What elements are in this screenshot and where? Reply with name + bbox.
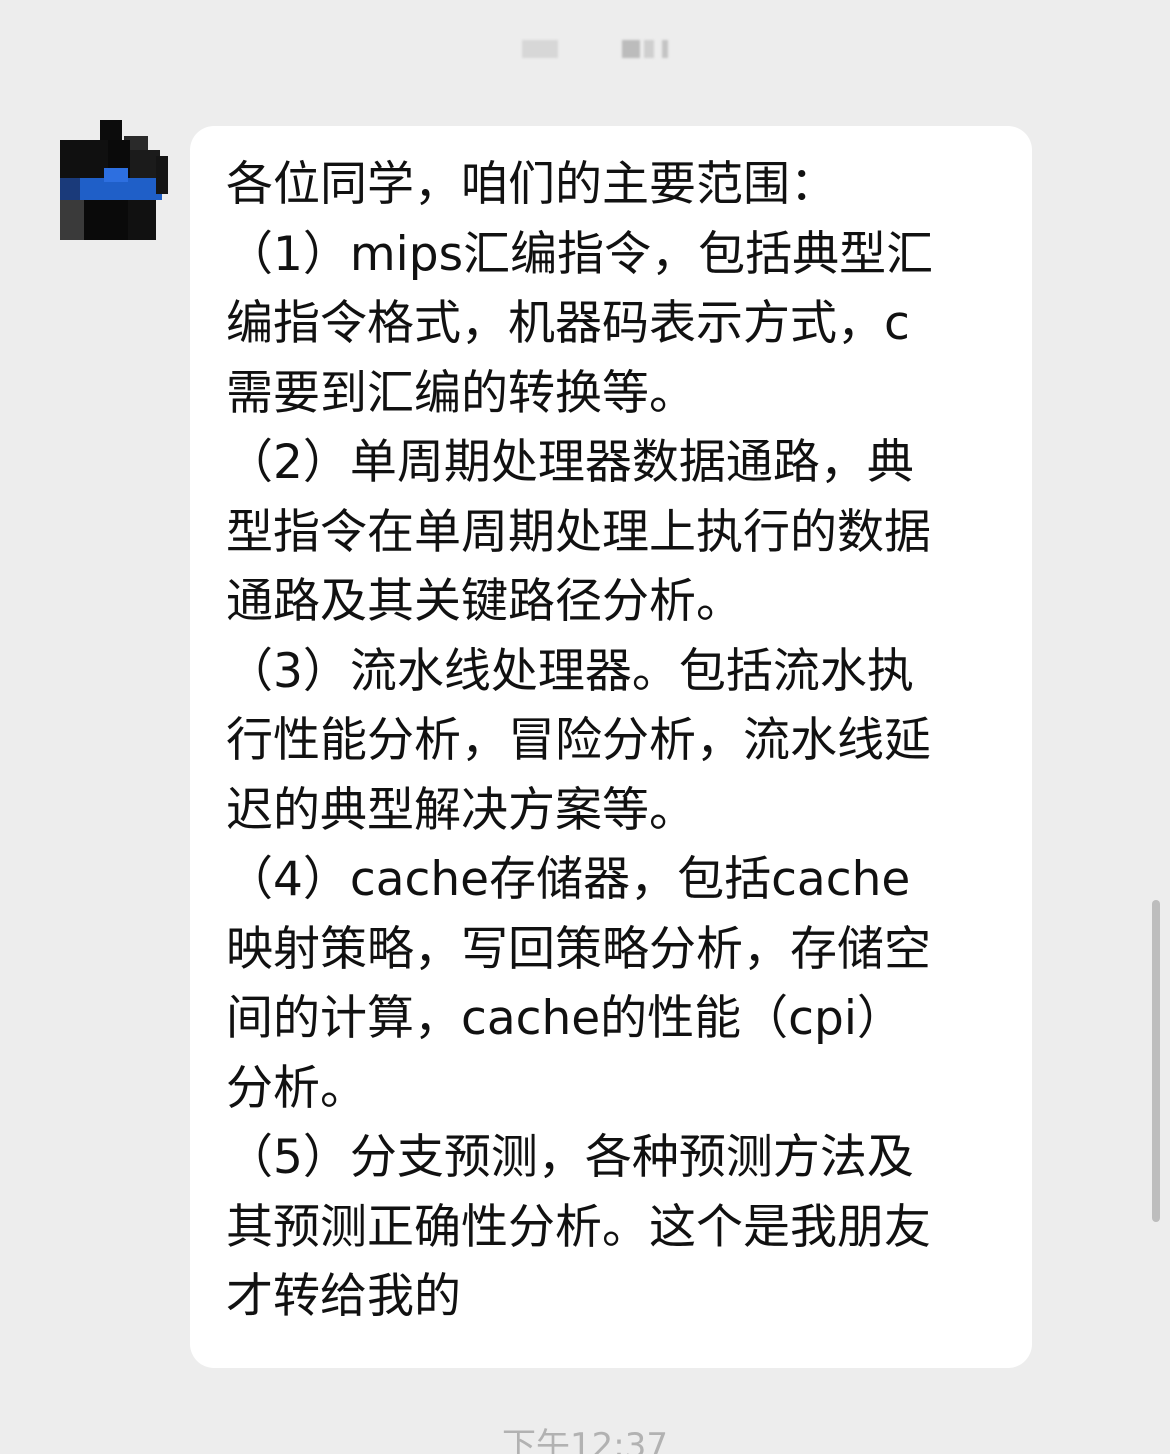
message-line: 需要到汇编的转换等。 <box>226 365 696 421</box>
message-line: （1）mips汇编指令，包括典型汇 <box>226 226 934 282</box>
message-line: 分析。 <box>226 1060 367 1116</box>
message-line: 间的计算，cache的性能（cpi） <box>226 991 904 1046</box>
message-bubble[interactable]: 各位同学，咱们的主要范围： （1）mips汇编指令，包括典型汇 编指令格式，机器… <box>190 126 1032 1368</box>
message-line: 其预测正确性分析。这个是我朋友 <box>226 1199 931 1255</box>
chat-screen: 各位同学，咱们的主要范围： （1）mips汇编指令，包括典型汇 编指令格式，机器… <box>0 0 1170 1454</box>
avatar[interactable] <box>58 120 170 240</box>
message-line: 迟的典型解决方案等。 <box>226 782 696 838</box>
message-line: 映射策略，写回策略分析，存储空 <box>226 921 931 977</box>
message-line: （5）分支预测，各种预测方法及 <box>226 1130 914 1185</box>
scrollbar[interactable] <box>1152 900 1160 1222</box>
message-line: 才转给我的 <box>226 1269 461 1324</box>
message-line: 行性能分析，冒险分析，流水线延 <box>226 713 931 768</box>
message-line: （3）流水线处理器。包括流水执 <box>226 643 914 699</box>
message-line: 编指令格式，机器码表示方式，c <box>226 296 910 351</box>
message-line: 各位同学，咱们的主要范围： <box>226 157 837 212</box>
message-line: （2）单周期处理器数据通路，典 <box>226 435 914 490</box>
message-line: （4）cache存储器，包括cache <box>226 852 911 907</box>
sender-name-redacted <box>518 36 678 62</box>
message-line: 型指令在单周期处理上执行的数据 <box>226 504 931 560</box>
message-line: 通路及其关键路径分析。 <box>226 574 743 629</box>
message-timestamp: 下午12:37 <box>502 1426 668 1454</box>
